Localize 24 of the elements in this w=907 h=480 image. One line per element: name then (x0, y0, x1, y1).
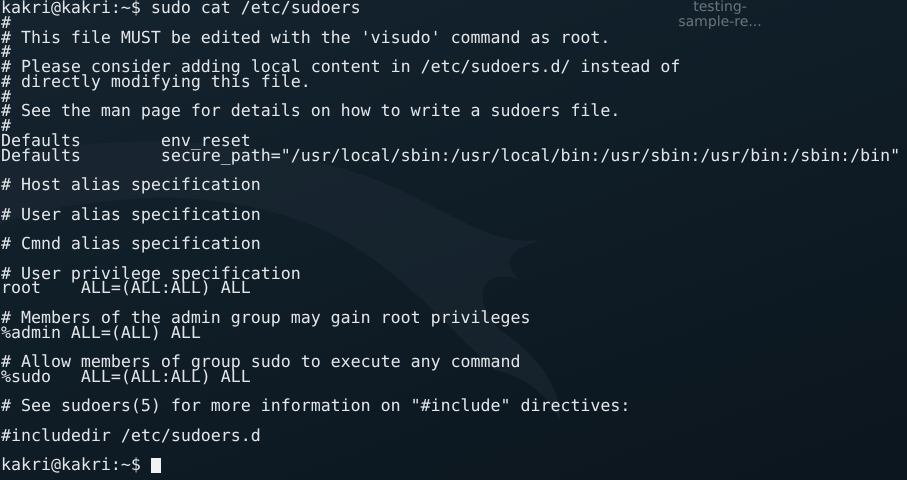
terminal-line: # (1, 16, 11, 30)
desktop-icon-label[interactable]: testing- sample-re... (670, 0, 770, 30)
terminal-line: Defaults env_reset (1, 134, 251, 148)
terminal-line: # Please consider adding local content in /etc/sudoers.d/ instead of (1, 60, 680, 75)
terminal-line: kakri@kakri:~$ sudo cat /etc/sudoers (1, 1, 361, 16)
terminal-line: root ALL=(ALL:ALL) ALL (1, 281, 251, 296)
terminal-line: # directly modifying this file. (1, 74, 311, 90)
terminal-line: # See sudoers(5) for more information on "#include" directives: (1, 399, 630, 414)
terminal-line: # This file MUST be edited with the 'visudo' command as root. (1, 30, 610, 46)
terminal-line: # Members of the admin group may gain root privileges (1, 310, 530, 326)
terminal-line: # (1, 119, 11, 134)
terminal-line: # (1, 90, 11, 104)
terminal-line: # (1, 45, 11, 60)
terminal-line: # User alias specification (1, 208, 261, 222)
terminal-line: %admin ALL=(ALL) ALL (1, 326, 201, 340)
terminal-line: # See the man page for details on how to write a sudoers file. (1, 104, 620, 119)
terminal-line: # Cmnd alias specification (1, 237, 261, 252)
terminal-line: # Allow members of group sudo to execute any command (1, 355, 520, 370)
shell-prompt: kakri@kakri:~$ (1, 458, 141, 473)
terminal-line: # User privilege specification (1, 266, 301, 282)
terminal-line: #includedir /etc/sudoers.d (1, 428, 261, 444)
terminal-line: %sudo ALL=(ALL:ALL) ALL (1, 370, 251, 384)
terminal-line: # Host alias specification (1, 178, 261, 193)
terminal-line: Defaults secure_path="/usr/local/sbin:/usr/local/bin:/usr/sbin:/usr/bin:/sbin:/bin" (1, 148, 900, 164)
